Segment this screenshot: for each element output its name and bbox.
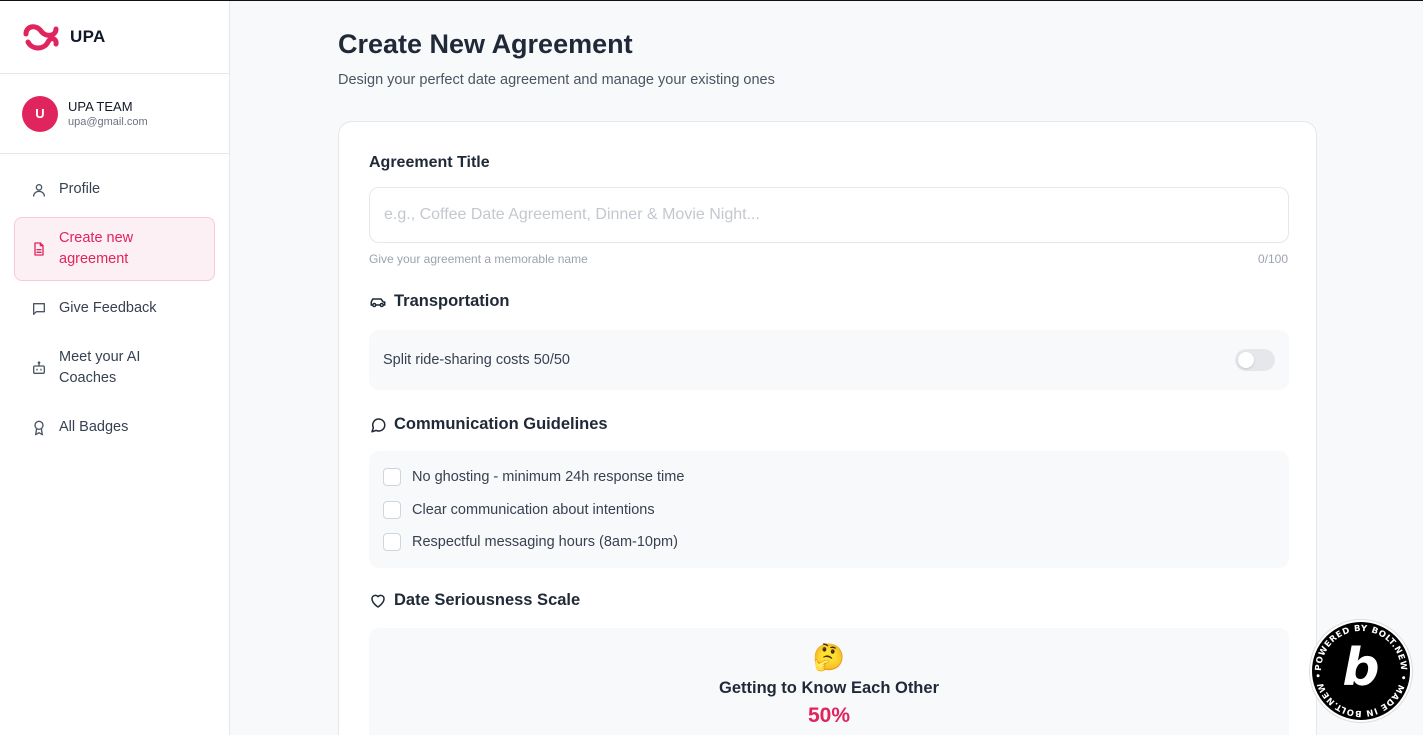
document-icon <box>31 241 47 257</box>
transportation-heading: Transportation <box>369 292 510 311</box>
toggle-knob <box>1238 352 1254 368</box>
guideline-option[interactable]: Clear communication about intentions <box>369 494 1289 527</box>
sidebar-item-feedback[interactable]: Give Feedback <box>14 287 215 330</box>
sidebar-item-ai-coaches[interactable]: Meet your AI Coaches <box>14 336 215 400</box>
main-content: Create New Agreement Design your perfect… <box>230 1 1423 735</box>
message-circle-icon <box>369 416 387 434</box>
sidebar-item-badges[interactable]: All Badges <box>14 406 215 449</box>
upa-logo-icon <box>23 24 59 51</box>
car-icon <box>369 293 387 311</box>
brand[interactable]: UPA <box>0 1 229 74</box>
sidebar: UPA U UPA TEAM upa@gmail.com Profile Cre… <box>0 1 230 735</box>
sidebar-item-label: Give Feedback <box>59 300 157 316</box>
heart-icon <box>369 592 387 610</box>
seriousness-heading-text: Date Seriousness Scale <box>394 591 581 609</box>
seriousness-panel: 🤔 Getting to Know Each Other 50% <box>369 628 1289 735</box>
bot-icon <box>31 360 47 376</box>
user-email: upa@gmail.com <box>68 116 148 128</box>
agreement-title-label: Agreement Title <box>369 154 490 171</box>
transportation-panel: Split ride-sharing costs 50/50 <box>369 330 1289 390</box>
agreement-form-card: Agreement Title Give your agreement a me… <box>338 121 1317 735</box>
thinking-face-icon: 🤔 <box>812 642 846 672</box>
guideline-checkbox[interactable] <box>383 500 401 519</box>
guideline-label: Respectful messaging hours (8am-10pm) <box>412 534 678 551</box>
user-icon <box>31 182 47 198</box>
communication-panel: No ghosting - minimum 24h response time … <box>369 451 1289 568</box>
user-name: UPA TEAM <box>68 99 133 114</box>
split-costs-toggle[interactable] <box>1235 349 1275 371</box>
communication-heading: Communication Guidelines <box>369 415 608 434</box>
message-square-icon <box>31 301 47 317</box>
guideline-option[interactable]: No ghosting - minimum 24h response time <box>369 461 1289 494</box>
seriousness-level-title: Getting to Know Each Other <box>718 679 939 697</box>
guideline-label: No ghosting - minimum 24h response time <box>412 469 685 486</box>
page-title: Create New Agreement <box>338 29 633 59</box>
sidebar-item-profile[interactable]: Profile <box>14 168 215 211</box>
bolt-badge[interactable]: POWERED BY BOLT.NEW • MADE IN BOLT.NEW •… <box>1310 620 1412 722</box>
guideline-checkbox[interactable] <box>383 468 401 487</box>
user-card[interactable]: U UPA TEAM upa@gmail.com <box>0 74 229 154</box>
bolt-logo-icon: b <box>1342 638 1380 698</box>
agreement-title-hint: Give your agreement a memorable name <box>369 252 588 266</box>
communication-heading-text: Communication Guidelines <box>394 415 608 433</box>
sidebar-item-label: Create new agreement <box>59 230 134 267</box>
seriousness-value: 50% <box>807 704 851 727</box>
transportation-heading-text: Transportation <box>394 292 510 310</box>
agreement-title-counter: 0/100 <box>1257 252 1288 266</box>
split-costs-label: Split ride-sharing costs 50/50 <box>383 352 570 368</box>
sidebar-nav: Profile Create new agreement Give Feedba… <box>0 154 229 469</box>
sidebar-item-create-agreement[interactable]: Create new agreement <box>14 217 215 281</box>
sidebar-item-label: Meet your AI Coaches <box>59 349 141 386</box>
seriousness-heading: Date Seriousness Scale <box>369 591 580 610</box>
sidebar-item-label: All Badges <box>59 419 129 435</box>
page-subtitle: Design your perfect date agreement and m… <box>338 72 775 88</box>
sidebar-item-label: Profile <box>59 181 101 197</box>
brand-name: UPA <box>70 27 106 46</box>
avatar: U <box>22 95 58 132</box>
award-icon <box>31 420 47 436</box>
guideline-checkbox[interactable] <box>383 533 401 552</box>
guideline-label: Clear communication about intentions <box>412 501 655 518</box>
agreement-title-input[interactable] <box>369 187 1289 243</box>
guideline-option[interactable]: Respectful messaging hours (8am-10pm) <box>369 526 1289 559</box>
